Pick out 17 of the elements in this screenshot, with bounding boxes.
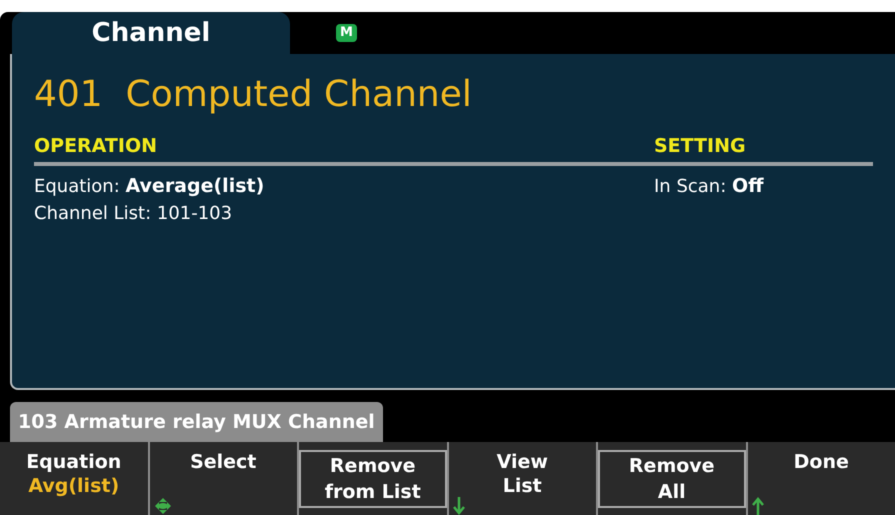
softkey[interactable]: Remove All [598, 442, 746, 515]
channel-title: 401 Computed Channel [34, 73, 473, 117]
mode-badge: M [336, 24, 357, 42]
setting-line: Equation: Average(list) [34, 174, 266, 198]
navigation-knob-icon [154, 497, 172, 515]
up-arrow-icon [752, 497, 764, 515]
softkey[interactable]: View List [448, 442, 596, 515]
setting-line: In Scan: Off [654, 174, 765, 198]
column-heading: SETTING [654, 135, 746, 157]
softkey[interactable]: Done [748, 442, 895, 515]
softkey[interactable]: Equation Avg(list) [0, 442, 148, 515]
setting-line: Channel List: 101-103 [34, 202, 234, 226]
column-heading: OPERATION [34, 135, 157, 157]
softkey[interactable]: Remove from List [299, 442, 446, 515]
down-arrow-icon [452, 497, 464, 515]
softkey[interactable]: Select [150, 442, 297, 515]
channel-tab[interactable]: Channel [12, 12, 290, 54]
